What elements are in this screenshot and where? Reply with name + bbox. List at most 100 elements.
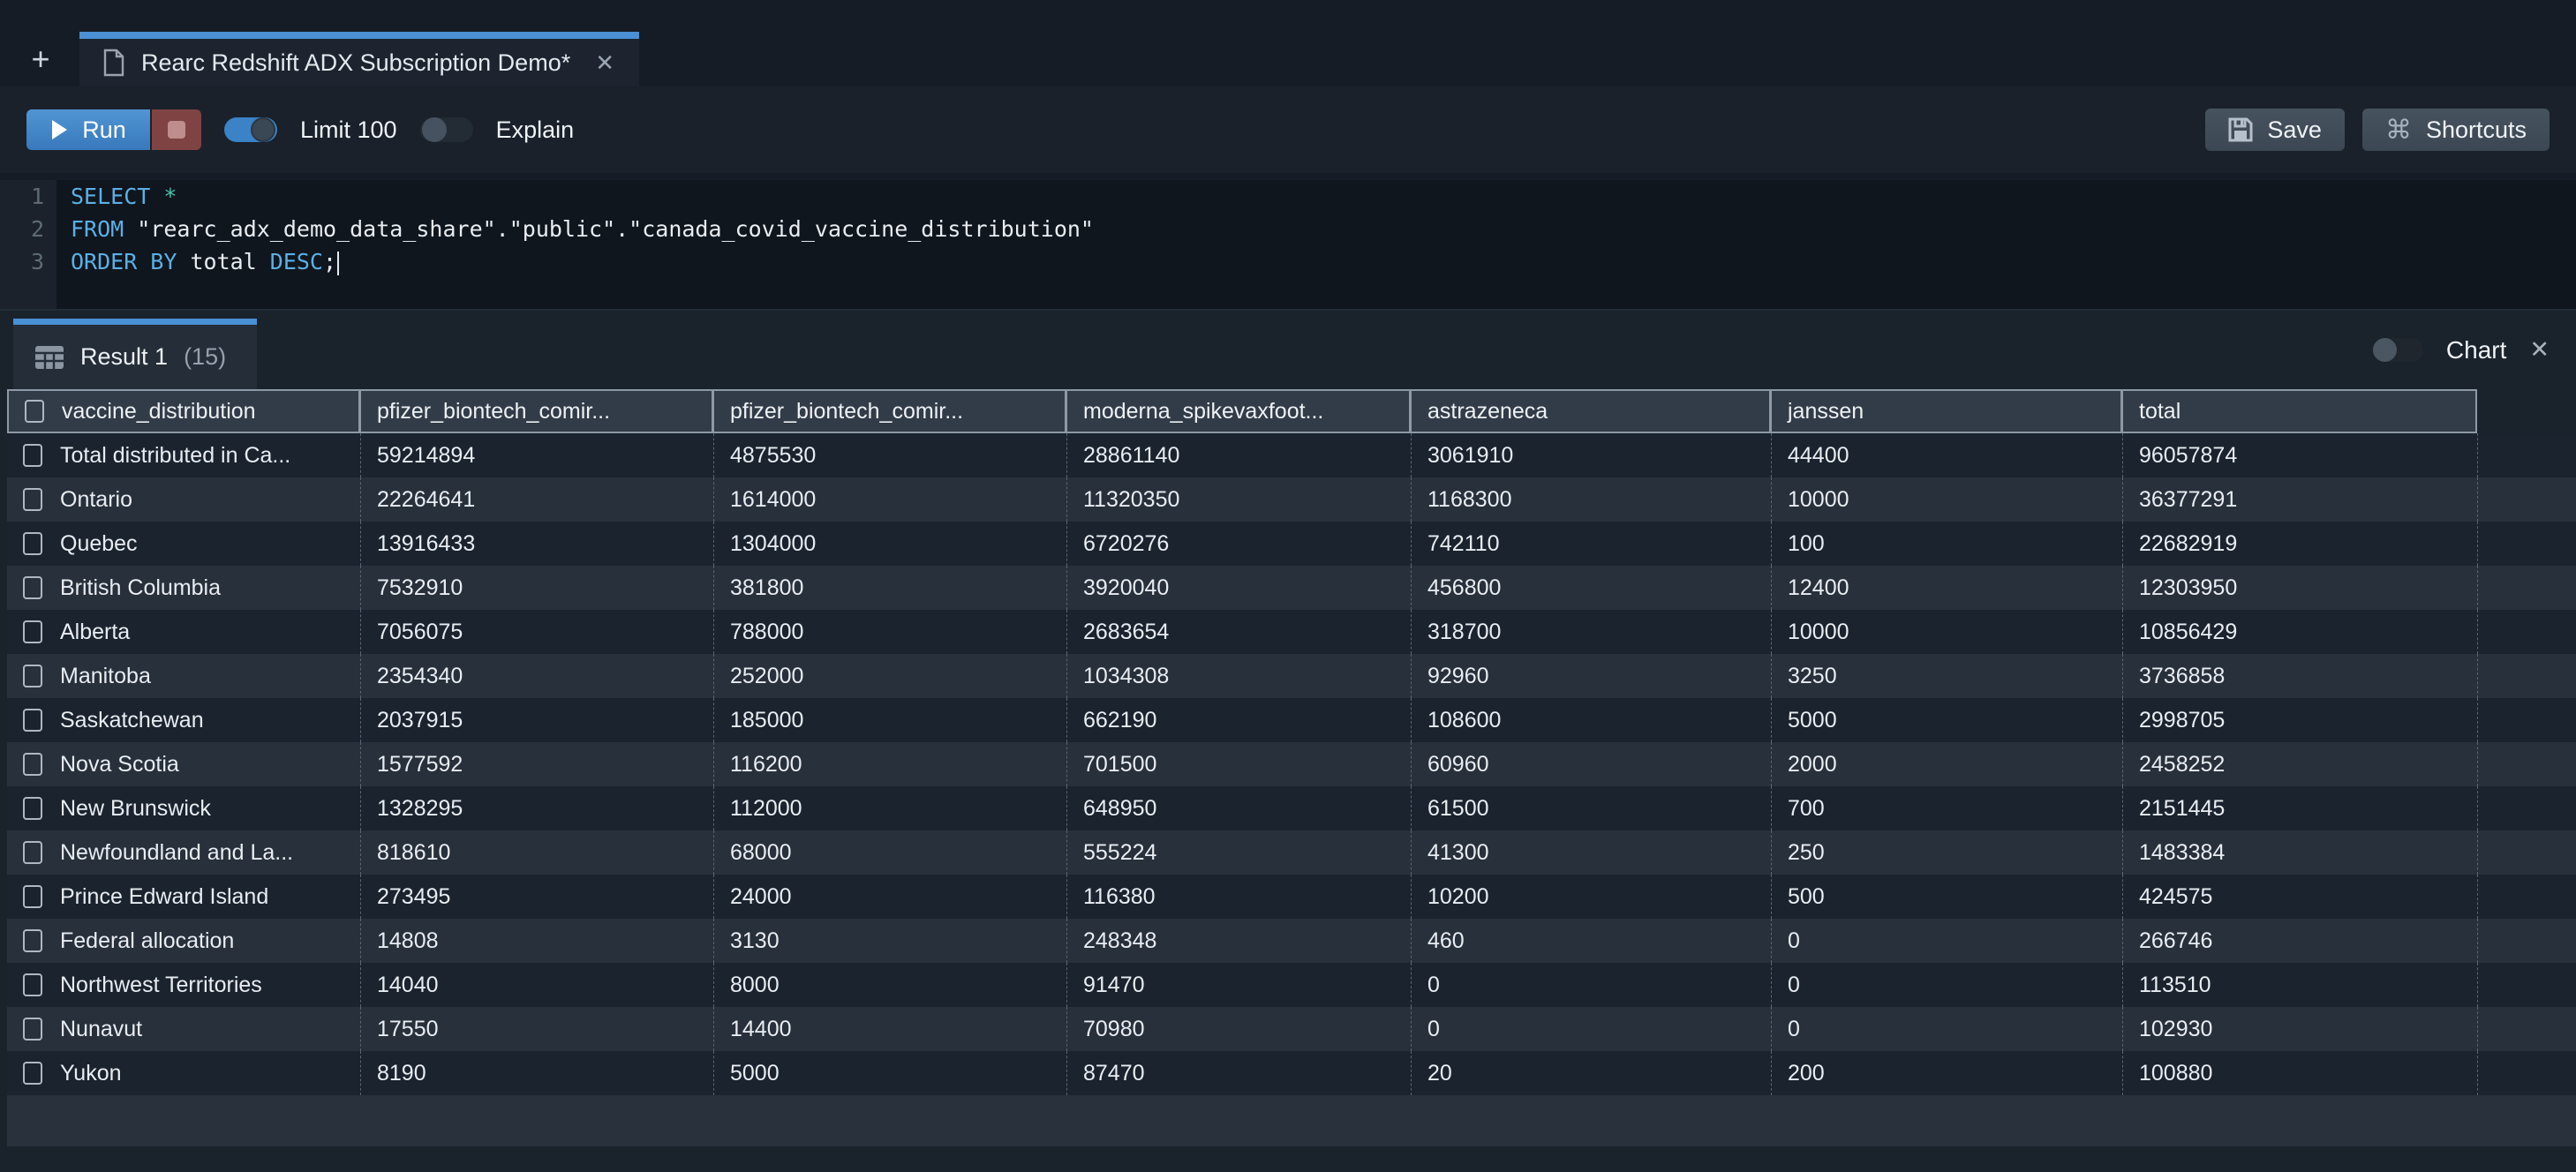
column-header[interactable]: pfizer_biontech_comir... (360, 389, 713, 433)
line-number: 2 (0, 213, 44, 245)
row-checkbox[interactable] (23, 532, 42, 555)
table-cell: 20 (1411, 1051, 1771, 1095)
row-checkbox[interactable] (23, 576, 42, 599)
column-header[interactable]: total (2122, 389, 2477, 433)
cell-value: 36377291 (2139, 487, 2237, 513)
table-row[interactable]: Total distributed in Ca...59214894487553… (7, 433, 2576, 477)
new-tab-button[interactable]: + (21, 32, 60, 86)
play-icon (50, 119, 68, 140)
table-row[interactable]: Quebec1391643313040006720276742110100226… (7, 522, 2576, 566)
column-header[interactable]: pfizer_biontech_comir... (713, 389, 1066, 433)
table-row[interactable]: Northwest Territories1404080009147000113… (7, 963, 2576, 1007)
editor-tab-bar: + Rearc Redshift ADX Subscription Demo* … (0, 0, 2576, 86)
cell-value: 113510 (2139, 973, 2211, 998)
editor-tab[interactable]: Rearc Redshift ADX Subscription Demo* ✕ (79, 32, 639, 86)
row-checkbox[interactable] (23, 665, 42, 687)
stop-button[interactable] (152, 109, 201, 150)
cell-value: 318700 (1427, 620, 1501, 645)
row-checkbox[interactable] (23, 753, 42, 776)
cell-value: 185000 (730, 708, 803, 733)
table-cell: 116380 (1066, 875, 1411, 919)
sql-token: "rearc_adx_demo_data_share"."public"."ca… (137, 216, 1094, 242)
column-header[interactable]: vaccine_distribution (7, 389, 360, 433)
table-row[interactable]: Prince Edward Island27349524000116380102… (7, 875, 2576, 919)
table-cell: 12303950 (2122, 566, 2477, 610)
row-checkbox[interactable] (23, 620, 42, 643)
column-header-label: pfizer_biontech_comir... (377, 399, 610, 424)
row-checkbox[interactable] (23, 973, 42, 996)
row-checkbox[interactable] (23, 1062, 42, 1085)
run-button[interactable]: Run (26, 109, 150, 150)
row-checkbox[interactable] (23, 488, 42, 511)
cell-value: 7056075 (377, 620, 463, 645)
row-checkbox[interactable] (23, 1018, 42, 1041)
select-all-checkbox[interactable] (25, 400, 44, 423)
table-row[interactable]: Ontario222646411614000113203501168300100… (7, 477, 2576, 522)
result-tab[interactable]: Result 1 (15) (13, 319, 257, 389)
row-checkbox[interactable] (23, 885, 42, 908)
row-filler (2477, 830, 2576, 875)
run-button-label: Run (82, 116, 126, 144)
column-header-label: vaccine_distribution (62, 399, 256, 424)
cell-value: 12303950 (2139, 575, 2237, 601)
table-row[interactable]: Federal allocation1480831302483484600266… (7, 919, 2576, 963)
table-cell: 252000 (713, 654, 1066, 698)
cell-value: 59214894 (377, 443, 475, 469)
column-header[interactable]: moderna_spikevaxfoot... (1066, 389, 1411, 433)
table-row[interactable]: Saskatchewan2037915185000662190108600500… (7, 698, 2576, 742)
column-header[interactable]: janssen (1771, 389, 2122, 433)
row-checkbox[interactable] (23, 841, 42, 864)
table-cell: 1304000 (713, 522, 1066, 566)
cell-value: 1577592 (377, 752, 463, 778)
cell-value: 6720276 (1083, 531, 1169, 557)
results-close-icon[interactable]: ✕ (2529, 336, 2550, 364)
explain-toggle[interactable] (420, 117, 473, 142)
row-checkbox[interactable] (23, 444, 42, 467)
row-checkbox[interactable] (23, 709, 42, 732)
sql-token: SELECT (71, 184, 150, 209)
table-row[interactable]: Nunavut17550144007098000102930 (7, 1007, 2576, 1051)
limit-toggle[interactable] (224, 117, 277, 142)
table-cell: 555224 (1066, 830, 1411, 875)
table-row[interactable]: Alberta705607578800026836543187001000010… (7, 610, 2576, 654)
shortcuts-button[interactable]: ⌘ Shortcuts (2362, 109, 2550, 151)
table-cell: 24000 (713, 875, 1066, 919)
code-line: 2FROM "rearc_adx_demo_data_share"."publi… (0, 213, 2576, 245)
row-checkbox[interactable] (23, 797, 42, 820)
table-cell: 10000 (1771, 477, 2122, 522)
table-cell: 185000 (713, 698, 1066, 742)
table-row[interactable]: Nova Scotia15775921162007015006096020002… (7, 742, 2576, 786)
table-cell: 7056075 (360, 610, 713, 654)
table-cell: 108600 (1411, 698, 1771, 742)
table-row[interactable]: Newfoundland and La...818610680005552244… (7, 830, 2576, 875)
column-header-label: pfizer_biontech_comir... (730, 399, 963, 424)
cell-value: 3920040 (1083, 575, 1169, 601)
cell-value: 1328295 (377, 796, 463, 822)
table-cell: Saskatchewan (7, 698, 360, 742)
cell-value: 5000 (730, 1061, 780, 1086)
cell-value: 14400 (730, 1017, 792, 1042)
table-cell: 0 (1771, 919, 2122, 963)
cell-value: 2000 (1788, 752, 1837, 778)
table-row[interactable]: Yukon819050008747020200100880 (7, 1051, 2576, 1095)
row-checkbox[interactable] (23, 929, 42, 952)
cell-value: 100880 (2139, 1061, 2212, 1086)
tab-close-icon[interactable]: ✕ (595, 49, 614, 77)
table-cell: 0 (1411, 1007, 1771, 1051)
table-cell: 273495 (360, 875, 713, 919)
table-cell: 248348 (1066, 919, 1411, 963)
sql-editor[interactable]: 1SELECT *2FROM "rearc_adx_demo_data_shar… (0, 180, 2576, 311)
chart-toggle[interactable] (2372, 338, 2423, 362)
cell-value: 22264641 (377, 487, 475, 513)
table-row[interactable]: British Columbia753291038180039200404568… (7, 566, 2576, 610)
table-cell: 14808 (360, 919, 713, 963)
table-cell: 100 (1771, 522, 2122, 566)
table-row[interactable]: Manitoba23543402520001034308929603250373… (7, 654, 2576, 698)
cell-value: New Brunswick (60, 796, 211, 822)
table-cell: 788000 (713, 610, 1066, 654)
column-header[interactable]: astrazeneca (1411, 389, 1771, 433)
cell-value: 555224 (1083, 840, 1156, 866)
table-row[interactable]: New Brunswick132829511200064895061500700… (7, 786, 2576, 830)
save-button[interactable]: Save (2205, 109, 2345, 151)
shortcuts-button-label: Shortcuts (2426, 116, 2527, 144)
